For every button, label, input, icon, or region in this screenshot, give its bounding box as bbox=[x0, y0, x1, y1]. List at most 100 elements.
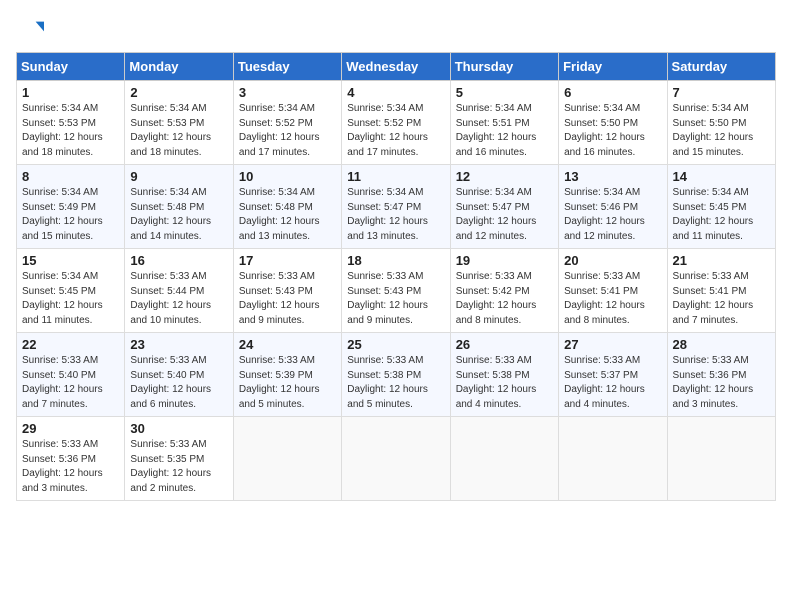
day-number: 28 bbox=[673, 337, 770, 352]
day-info: Sunrise: 5:33 AM Sunset: 5:41 PM Dayligh… bbox=[564, 270, 661, 328]
calendar-cell: 16 Sunrise: 5:33 AM Sunset: 5:44 PM Dayl… bbox=[125, 249, 233, 333]
day-number: 20 bbox=[564, 253, 661, 268]
day-number: 12 bbox=[456, 169, 553, 184]
day-number: 1 bbox=[22, 85, 119, 100]
calendar-week-row: 22 Sunrise: 5:33 AM Sunset: 5:40 PM Dayl… bbox=[17, 333, 776, 417]
day-header-wednesday: Wednesday bbox=[342, 53, 450, 81]
calendar-cell: 14 Sunrise: 5:34 AM Sunset: 5:45 PM Dayl… bbox=[667, 165, 775, 249]
day-number: 29 bbox=[22, 421, 119, 436]
day-number: 30 bbox=[130, 421, 227, 436]
day-number: 14 bbox=[673, 169, 770, 184]
calendar-cell bbox=[450, 417, 558, 501]
day-info: Sunrise: 5:33 AM Sunset: 5:43 PM Dayligh… bbox=[347, 270, 444, 328]
calendar-cell: 4 Sunrise: 5:34 AM Sunset: 5:52 PM Dayli… bbox=[342, 81, 450, 165]
day-number: 3 bbox=[239, 85, 336, 100]
day-number: 6 bbox=[564, 85, 661, 100]
day-info: Sunrise: 5:33 AM Sunset: 5:40 PM Dayligh… bbox=[130, 354, 227, 412]
logo bbox=[16, 16, 48, 44]
calendar-cell: 25 Sunrise: 5:33 AM Sunset: 5:38 PM Dayl… bbox=[342, 333, 450, 417]
day-info: Sunrise: 5:33 AM Sunset: 5:36 PM Dayligh… bbox=[673, 354, 770, 412]
day-number: 9 bbox=[130, 169, 227, 184]
day-number: 8 bbox=[22, 169, 119, 184]
day-number: 2 bbox=[130, 85, 227, 100]
calendar-cell bbox=[233, 417, 341, 501]
day-number: 21 bbox=[673, 253, 770, 268]
day-info: Sunrise: 5:33 AM Sunset: 5:43 PM Dayligh… bbox=[239, 270, 336, 328]
day-info: Sunrise: 5:33 AM Sunset: 5:40 PM Dayligh… bbox=[22, 354, 119, 412]
day-number: 17 bbox=[239, 253, 336, 268]
day-info: Sunrise: 5:34 AM Sunset: 5:48 PM Dayligh… bbox=[239, 186, 336, 244]
calendar-cell: 21 Sunrise: 5:33 AM Sunset: 5:41 PM Dayl… bbox=[667, 249, 775, 333]
day-header-friday: Friday bbox=[559, 53, 667, 81]
calendar-cell: 30 Sunrise: 5:33 AM Sunset: 5:35 PM Dayl… bbox=[125, 417, 233, 501]
day-number: 15 bbox=[22, 253, 119, 268]
day-info: Sunrise: 5:33 AM Sunset: 5:39 PM Dayligh… bbox=[239, 354, 336, 412]
calendar-cell: 7 Sunrise: 5:34 AM Sunset: 5:50 PM Dayli… bbox=[667, 81, 775, 165]
day-header-saturday: Saturday bbox=[667, 53, 775, 81]
day-info: Sunrise: 5:34 AM Sunset: 5:51 PM Dayligh… bbox=[456, 102, 553, 160]
day-number: 19 bbox=[456, 253, 553, 268]
calendar-cell: 10 Sunrise: 5:34 AM Sunset: 5:48 PM Dayl… bbox=[233, 165, 341, 249]
day-info: Sunrise: 5:34 AM Sunset: 5:46 PM Dayligh… bbox=[564, 186, 661, 244]
calendar-cell bbox=[559, 417, 667, 501]
day-info: Sunrise: 5:34 AM Sunset: 5:52 PM Dayligh… bbox=[347, 102, 444, 160]
calendar-cell: 29 Sunrise: 5:33 AM Sunset: 5:36 PM Dayl… bbox=[17, 417, 125, 501]
day-number: 26 bbox=[456, 337, 553, 352]
calendar-cell bbox=[342, 417, 450, 501]
calendar-cell bbox=[667, 417, 775, 501]
day-number: 23 bbox=[130, 337, 227, 352]
calendar-cell: 20 Sunrise: 5:33 AM Sunset: 5:41 PM Dayl… bbox=[559, 249, 667, 333]
day-number: 7 bbox=[673, 85, 770, 100]
calendar-cell: 5 Sunrise: 5:34 AM Sunset: 5:51 PM Dayli… bbox=[450, 81, 558, 165]
day-header-tuesday: Tuesday bbox=[233, 53, 341, 81]
calendar-cell: 27 Sunrise: 5:33 AM Sunset: 5:37 PM Dayl… bbox=[559, 333, 667, 417]
calendar-cell: 24 Sunrise: 5:33 AM Sunset: 5:39 PM Dayl… bbox=[233, 333, 341, 417]
calendar-cell: 19 Sunrise: 5:33 AM Sunset: 5:42 PM Dayl… bbox=[450, 249, 558, 333]
day-info: Sunrise: 5:34 AM Sunset: 5:47 PM Dayligh… bbox=[347, 186, 444, 244]
day-number: 11 bbox=[347, 169, 444, 184]
calendar-cell: 15 Sunrise: 5:34 AM Sunset: 5:45 PM Dayl… bbox=[17, 249, 125, 333]
calendar-cell: 12 Sunrise: 5:34 AM Sunset: 5:47 PM Dayl… bbox=[450, 165, 558, 249]
day-number: 24 bbox=[239, 337, 336, 352]
calendar-cell: 9 Sunrise: 5:34 AM Sunset: 5:48 PM Dayli… bbox=[125, 165, 233, 249]
day-info: Sunrise: 5:34 AM Sunset: 5:45 PM Dayligh… bbox=[673, 186, 770, 244]
day-header-monday: Monday bbox=[125, 53, 233, 81]
day-number: 13 bbox=[564, 169, 661, 184]
calendar-cell: 13 Sunrise: 5:34 AM Sunset: 5:46 PM Dayl… bbox=[559, 165, 667, 249]
day-header-thursday: Thursday bbox=[450, 53, 558, 81]
calendar-week-row: 15 Sunrise: 5:34 AM Sunset: 5:45 PM Dayl… bbox=[17, 249, 776, 333]
day-number: 27 bbox=[564, 337, 661, 352]
calendar-week-row: 29 Sunrise: 5:33 AM Sunset: 5:36 PM Dayl… bbox=[17, 417, 776, 501]
day-info: Sunrise: 5:34 AM Sunset: 5:47 PM Dayligh… bbox=[456, 186, 553, 244]
day-info: Sunrise: 5:33 AM Sunset: 5:36 PM Dayligh… bbox=[22, 438, 119, 496]
day-info: Sunrise: 5:33 AM Sunset: 5:35 PM Dayligh… bbox=[130, 438, 227, 496]
calendar-cell: 22 Sunrise: 5:33 AM Sunset: 5:40 PM Dayl… bbox=[17, 333, 125, 417]
day-info: Sunrise: 5:34 AM Sunset: 5:53 PM Dayligh… bbox=[130, 102, 227, 160]
logo-icon bbox=[16, 16, 44, 44]
day-number: 4 bbox=[347, 85, 444, 100]
day-number: 10 bbox=[239, 169, 336, 184]
calendar-cell: 6 Sunrise: 5:34 AM Sunset: 5:50 PM Dayli… bbox=[559, 81, 667, 165]
calendar-cell: 26 Sunrise: 5:33 AM Sunset: 5:38 PM Dayl… bbox=[450, 333, 558, 417]
day-number: 18 bbox=[347, 253, 444, 268]
day-number: 16 bbox=[130, 253, 227, 268]
day-number: 25 bbox=[347, 337, 444, 352]
day-info: Sunrise: 5:34 AM Sunset: 5:49 PM Dayligh… bbox=[22, 186, 119, 244]
day-info: Sunrise: 5:34 AM Sunset: 5:48 PM Dayligh… bbox=[130, 186, 227, 244]
calendar-header-row: SundayMondayTuesdayWednesdayThursdayFrid… bbox=[17, 53, 776, 81]
day-info: Sunrise: 5:34 AM Sunset: 5:50 PM Dayligh… bbox=[564, 102, 661, 160]
day-info: Sunrise: 5:34 AM Sunset: 5:53 PM Dayligh… bbox=[22, 102, 119, 160]
day-info: Sunrise: 5:33 AM Sunset: 5:44 PM Dayligh… bbox=[130, 270, 227, 328]
calendar-cell: 8 Sunrise: 5:34 AM Sunset: 5:49 PM Dayli… bbox=[17, 165, 125, 249]
calendar-cell: 1 Sunrise: 5:34 AM Sunset: 5:53 PM Dayli… bbox=[17, 81, 125, 165]
calendar-cell: 23 Sunrise: 5:33 AM Sunset: 5:40 PM Dayl… bbox=[125, 333, 233, 417]
calendar-cell: 18 Sunrise: 5:33 AM Sunset: 5:43 PM Dayl… bbox=[342, 249, 450, 333]
calendar-week-row: 8 Sunrise: 5:34 AM Sunset: 5:49 PM Dayli… bbox=[17, 165, 776, 249]
page-header bbox=[16, 16, 776, 44]
calendar-week-row: 1 Sunrise: 5:34 AM Sunset: 5:53 PM Dayli… bbox=[17, 81, 776, 165]
day-info: Sunrise: 5:34 AM Sunset: 5:45 PM Dayligh… bbox=[22, 270, 119, 328]
day-info: Sunrise: 5:34 AM Sunset: 5:52 PM Dayligh… bbox=[239, 102, 336, 160]
day-info: Sunrise: 5:33 AM Sunset: 5:42 PM Dayligh… bbox=[456, 270, 553, 328]
calendar-table: SundayMondayTuesdayWednesdayThursdayFrid… bbox=[16, 52, 776, 501]
calendar-cell: 3 Sunrise: 5:34 AM Sunset: 5:52 PM Dayli… bbox=[233, 81, 341, 165]
